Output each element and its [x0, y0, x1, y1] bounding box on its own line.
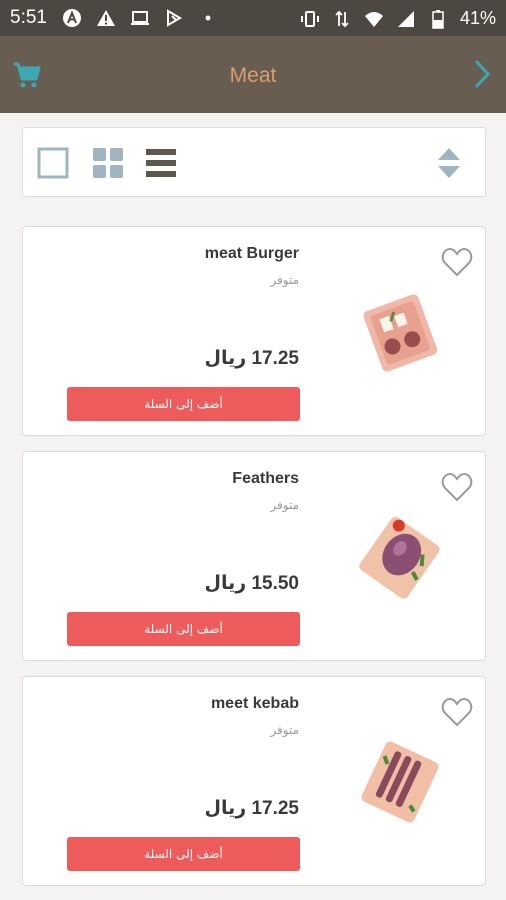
sort-up-down-icon[interactable]	[435, 146, 463, 180]
app-bar: Meat	[0, 36, 506, 113]
product-name[interactable]: Feathers	[232, 470, 299, 488]
status-time: 5:51	[10, 7, 47, 28]
signal-icon	[397, 10, 414, 27]
add-to-cart-button[interactable]: أضف إلى السلة	[67, 387, 300, 421]
page-title: Meat	[229, 64, 277, 87]
data-arrows-icon	[335, 10, 349, 27]
warning-icon	[97, 10, 115, 26]
add-to-cart-button[interactable]: أضف إلى السلة	[67, 837, 300, 871]
product-card[interactable]: Feathers متوفر 15.50 ريال أضف إلى السلة	[22, 451, 486, 661]
view-toolbar	[22, 127, 486, 197]
wifi-icon	[364, 11, 383, 27]
heart-icon[interactable]	[441, 247, 473, 277]
product-image[interactable]	[357, 737, 443, 827]
heart-icon[interactable]	[441, 697, 473, 727]
app-icon	[167, 9, 182, 27]
product-name[interactable]: meat Burger	[205, 245, 299, 263]
list-view-icon[interactable]	[145, 147, 177, 179]
dot-icon	[205, 15, 211, 21]
product-card[interactable]: meet kebab متوفر 17.25 ريال أضف إلى السل…	[22, 676, 486, 886]
product-availability: متوفر	[270, 723, 299, 737]
product-card[interactable]: meat Burger متوفر 17.25 ريال أضف إلى الس…	[22, 226, 486, 436]
heart-icon[interactable]	[441, 472, 473, 502]
vibrate-icon	[300, 10, 319, 27]
status-bar: 5:51 41%	[0, 0, 506, 36]
single-view-icon[interactable]	[37, 147, 69, 179]
product-availability: متوفر	[270, 273, 299, 287]
chevron-right-icon[interactable]	[470, 58, 494, 90]
battery-percent: 41%	[459, 8, 496, 28]
grid-view-icon[interactable]	[92, 147, 124, 179]
product-image[interactable]	[357, 512, 443, 602]
laptop-icon	[131, 11, 149, 25]
product-image[interactable]	[357, 287, 443, 377]
product-price: 15.50 ريال	[204, 573, 299, 594]
product-name[interactable]: meet kebab	[211, 695, 299, 713]
a-circle-icon	[63, 9, 81, 27]
product-price: 17.25 ريال	[204, 798, 299, 819]
product-availability: متوفر	[270, 498, 299, 512]
battery-icon	[432, 9, 444, 29]
product-price: 17.25 ريال	[204, 348, 299, 369]
add-to-cart-button[interactable]: أضف إلى السلة	[67, 612, 300, 646]
